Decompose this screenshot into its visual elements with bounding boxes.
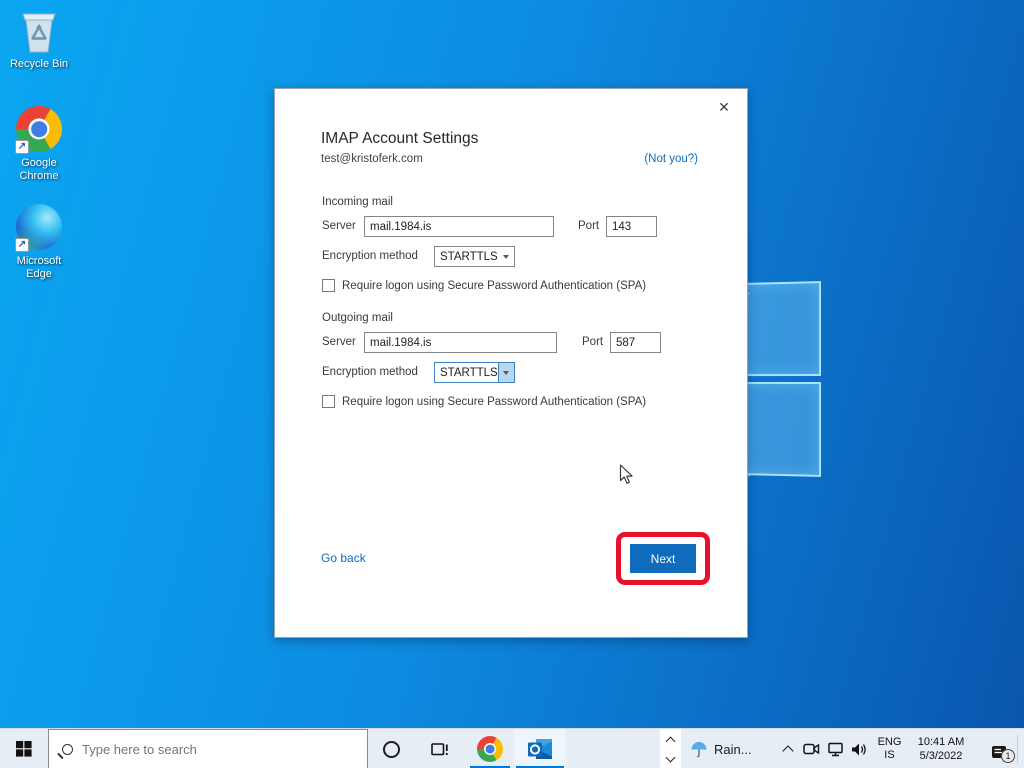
desktop-icon-label: Microsoft	[17, 255, 62, 267]
incoming-spa-checkbox[interactable]	[322, 279, 335, 292]
incoming-port-input[interactable]	[606, 216, 657, 237]
chevron-down-icon	[498, 363, 514, 382]
outgoing-server-input[interactable]	[364, 332, 557, 353]
outlook-icon	[527, 737, 554, 762]
edge-icon: ↗	[15, 204, 63, 252]
meet-now-button[interactable]	[800, 729, 823, 768]
meet-now-camera-icon	[803, 742, 820, 756]
incoming-encryption-label: Encryption method	[322, 246, 418, 267]
start-button[interactable]	[0, 729, 48, 768]
cortana-button[interactable]	[371, 729, 411, 768]
taskbar-outlook-button[interactable]	[514, 729, 566, 768]
chevron-down-icon	[498, 247, 514, 266]
incoming-encryption-dropdown[interactable]: STARTTLS	[434, 246, 515, 267]
desktop-icon-label: Google	[21, 157, 56, 169]
scroll-down-icon[interactable]	[666, 752, 676, 762]
incoming-server-label: Server	[322, 216, 356, 237]
outgoing-port-label: Port	[582, 332, 603, 353]
volume-icon	[851, 742, 868, 757]
volume-button[interactable]	[848, 729, 871, 768]
desktop-icon-label: Recycle Bin	[1, 58, 77, 71]
outgoing-spa-label: Require logon using Secure Password Auth…	[342, 396, 646, 408]
task-view-icon	[431, 742, 449, 757]
incoming-mail-section-title: Incoming mail	[322, 196, 393, 208]
outgoing-mail-section-title: Outgoing mail	[322, 312, 393, 324]
desktop: Recycle Bin ↗ Google Chrome ↗ Microsoft …	[0, 0, 1024, 768]
weather-umbrella-icon	[690, 741, 708, 758]
outgoing-port-input[interactable]	[610, 332, 661, 353]
weather-label: Rain...	[714, 742, 752, 757]
network-icon	[828, 742, 845, 757]
windows-logo-icon	[16, 741, 32, 757]
windows-wallpaper-logo-icon	[736, 281, 823, 481]
outgoing-spa-checkbox[interactable]	[322, 395, 335, 408]
language-indicator[interactable]: ENG IS	[872, 729, 907, 768]
outgoing-server-label: Server	[322, 332, 356, 353]
next-button[interactable]: Next	[630, 544, 696, 573]
taskbar-weather-widget[interactable]: Rain...	[690, 729, 776, 768]
tray-show-hidden-icons-button[interactable]	[778, 729, 798, 768]
recycle-bin-icon	[15, 7, 63, 55]
notification-badge: 1	[1001, 749, 1015, 763]
clock[interactable]: 10:41 AM 5/3/2022	[908, 729, 974, 768]
date-label: 5/3/2022	[920, 749, 963, 763]
taskbar-chrome-button[interactable]	[468, 729, 512, 768]
account-email: test@kristoferk.com	[321, 153, 423, 165]
chrome-icon: ↗	[15, 106, 63, 154]
taskbar-scrollbar[interactable]	[660, 729, 681, 768]
scroll-up-icon[interactable]	[666, 736, 676, 746]
taskbar-search-box[interactable]	[48, 729, 368, 768]
network-status-button[interactable]	[825, 729, 848, 768]
shortcut-arrow-icon: ↗	[15, 140, 29, 154]
mouse-cursor-icon	[619, 464, 634, 491]
search-icon	[62, 744, 73, 755]
outgoing-encryption-dropdown[interactable]: STARTTLS	[434, 362, 515, 383]
chevron-up-icon	[782, 745, 793, 756]
desktop-icon-google-chrome[interactable]: ↗ Google Chrome	[1, 105, 77, 183]
time-label: 10:41 AM	[918, 735, 964, 749]
task-view-button[interactable]	[420, 729, 460, 768]
go-back-link[interactable]: Go back	[321, 551, 366, 565]
close-icon[interactable]: ✕	[713, 96, 735, 118]
desktop-icon-microsoft-edge[interactable]: ↗ Microsoft Edge	[1, 203, 77, 281]
shortcut-arrow-icon: ↗	[15, 238, 29, 252]
not-you-link[interactable]: (Not you?)	[644, 153, 698, 165]
action-center-button[interactable]: 1	[980, 729, 1018, 768]
incoming-port-label: Port	[578, 216, 599, 237]
annotation-highlight-box: Next	[616, 532, 710, 585]
cortana-icon	[383, 741, 400, 758]
dialog-title: IMAP Account Settings	[321, 130, 478, 148]
language-line2: IS	[884, 749, 894, 762]
search-input[interactable]	[82, 742, 332, 757]
desktop-icon-recycle-bin[interactable]: Recycle Bin	[1, 7, 77, 71]
language-line1: ENG	[878, 736, 902, 749]
imap-account-settings-dialog: ✕ IMAP Account Settings test@kristoferk.…	[274, 88, 748, 638]
incoming-spa-label: Require logon using Secure Password Auth…	[342, 280, 646, 292]
taskbar: Rain... ENG IS	[0, 728, 1024, 768]
outgoing-encryption-label: Encryption method	[322, 362, 418, 383]
show-desktop-divider	[1017, 735, 1018, 763]
incoming-server-input[interactable]	[364, 216, 554, 237]
chrome-icon	[477, 736, 503, 762]
